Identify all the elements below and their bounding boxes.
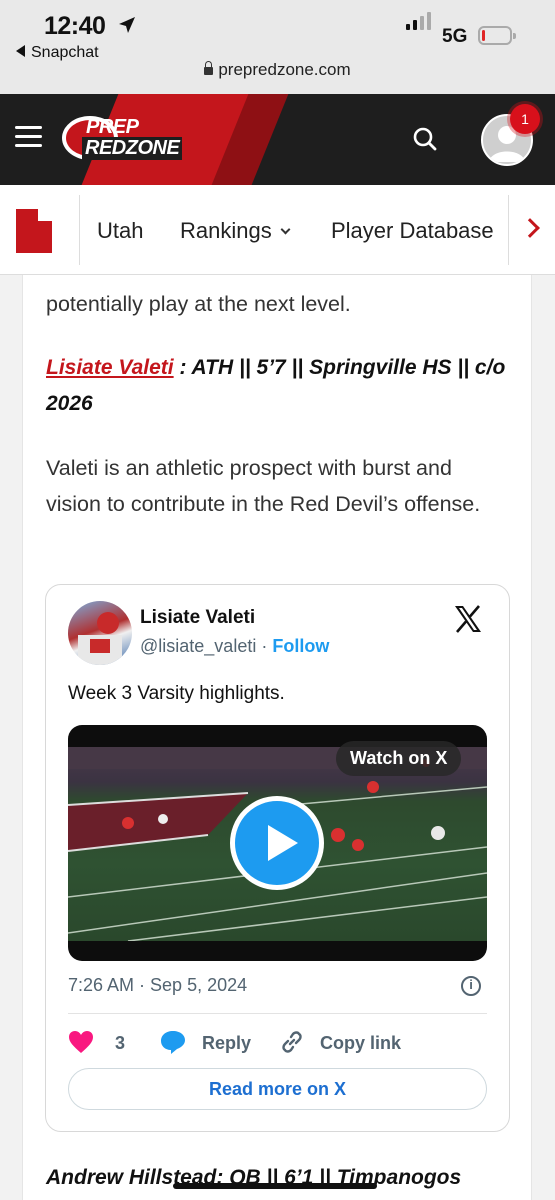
tweet-author-avatar[interactable] bbox=[68, 601, 132, 665]
divider bbox=[68, 1013, 487, 1014]
site-logo[interactable]: PREP REDZONE bbox=[60, 114, 200, 162]
like-count: 3 bbox=[115, 1033, 126, 1053]
nav-scroll-right-button[interactable] bbox=[508, 195, 555, 265]
status-bar: 12:40 Snapchat 5G prepredzone.com bbox=[0, 0, 555, 94]
play-icon[interactable] bbox=[230, 796, 324, 890]
home-indicator[interactable] bbox=[173, 1183, 377, 1189]
player-heading: Lisiate Valeti : ATH || 5’7 || Springvil… bbox=[46, 350, 511, 422]
chevron-right-icon bbox=[520, 218, 540, 238]
network-type: 5G bbox=[442, 26, 468, 47]
follow-button[interactable]: Follow bbox=[272, 636, 329, 656]
tweet-actions: 3 Reply Copy link bbox=[68, 1029, 487, 1057]
reply-button[interactable]: Reply bbox=[160, 1029, 251, 1057]
copy-link-button[interactable]: Copy link bbox=[280, 1029, 401, 1057]
watch-on-x-button[interactable]: Watch on X bbox=[336, 741, 462, 776]
location-arrow-icon bbox=[119, 17, 135, 33]
status-time: 12:40 bbox=[44, 12, 106, 40]
reply-label: Reply bbox=[202, 1033, 252, 1053]
address-bar[interactable]: prepredzone.com bbox=[0, 60, 555, 80]
tweet-author-handle-row: @lisiate_valeti · Follow bbox=[140, 636, 329, 657]
tweet-video[interactable]: Watch on X bbox=[68, 725, 487, 961]
heart-icon bbox=[69, 1031, 93, 1053]
nav-item-utah[interactable]: Utah bbox=[97, 218, 143, 244]
link-icon bbox=[282, 1031, 302, 1053]
url-text: prepredzone.com bbox=[218, 60, 351, 79]
tweet-timestamp[interactable]: 7:26 AM · Sep 5, 2024 bbox=[68, 975, 247, 996]
battery-icon bbox=[478, 26, 516, 45]
article-paragraph: potentially play at the next level. bbox=[46, 292, 351, 316]
nav-item-rankings-label: Rankings bbox=[180, 218, 272, 243]
nav-item-rankings[interactable]: Rankings bbox=[180, 218, 291, 244]
notification-badge[interactable]: 1 bbox=[510, 104, 540, 134]
tweet-author-handle[interactable]: @lisiate_valeti bbox=[140, 636, 256, 656]
logo-text-prep: PREP bbox=[86, 116, 139, 138]
tweet-text: Week 3 Varsity highlights. bbox=[68, 683, 285, 704]
like-button[interactable]: 3 bbox=[68, 1029, 125, 1057]
back-app-label: Snapchat bbox=[31, 44, 99, 61]
site-header: PREP REDZONE bbox=[0, 94, 555, 185]
back-triangle-icon bbox=[16, 45, 25, 57]
handle-separator: · bbox=[261, 636, 268, 656]
info-icon[interactable] bbox=[461, 976, 481, 996]
utah-flag-icon[interactable] bbox=[16, 209, 52, 253]
reply-bubble-icon bbox=[161, 1031, 185, 1054]
copy-link-label: Copy link bbox=[320, 1033, 402, 1053]
embedded-tweet: Lisiate Valeti @lisiate_valeti · Follow … bbox=[45, 584, 510, 1132]
search-icon[interactable] bbox=[412, 126, 438, 152]
menu-icon[interactable] bbox=[15, 126, 42, 148]
logo-text-redzone: REDZONE bbox=[82, 137, 183, 160]
nav-bar: Utah Rankings Player Database bbox=[0, 185, 555, 275]
chevron-down-icon bbox=[280, 224, 291, 235]
x-logo-icon[interactable] bbox=[452, 603, 484, 635]
player-description: Valeti is an athletic prospect with burs… bbox=[46, 456, 481, 516]
player-link[interactable]: Lisiate Valeti bbox=[46, 356, 174, 379]
read-more-on-x-button[interactable]: Read more on X bbox=[68, 1068, 487, 1110]
next-player-heading: Andrew Hillstead: QB || 6’1 || Timpanogo… bbox=[46, 1166, 462, 1189]
lock-icon bbox=[204, 61, 214, 75]
nav-item-player-database[interactable]: Player Database bbox=[331, 218, 494, 244]
tweet-author-name[interactable]: Lisiate Valeti bbox=[140, 607, 255, 629]
